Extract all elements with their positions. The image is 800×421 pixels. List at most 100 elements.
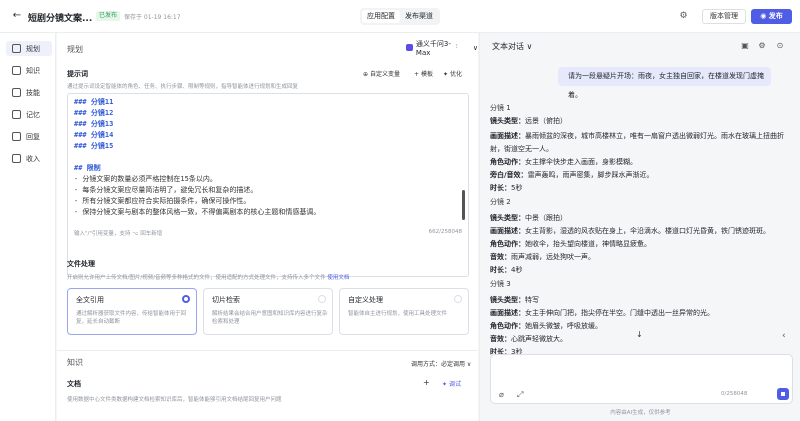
model-select[interactable]: 通义千问3-Max ∨ xyxy=(406,40,478,57)
chat-input[interactable]: ⌀ ⤢ 0/258048 xyxy=(490,354,793,404)
card-custom-processing[interactable]: 自定义处理 智能体自主进行规划，使用工具处理文件 xyxy=(339,288,469,335)
answer-value: 女主撑伞快步走入画面，身影模糊。 xyxy=(525,158,637,166)
user-message: 请为一段悬疑片开场：雨夜，女主独自回家，在楼道发现门虚掩着。 xyxy=(558,67,771,99)
settings-icon[interactable]: ⚙ xyxy=(678,11,689,22)
prompt-label: 提示词 xyxy=(67,70,88,78)
answer-field: 时长：4秒 xyxy=(490,265,522,275)
wallet-icon xyxy=(12,154,21,163)
answer-value: 心跳声轻微放大。 xyxy=(511,335,567,343)
prompt-line: - 分镜文案的数量必须严格控制在15条以内。 xyxy=(74,175,217,183)
card-slice-retrieval[interactable]: 切片检索 解析结果会结合用户意图和知识库内容进行复杂检索和处理 xyxy=(203,288,333,335)
document-desc: 使用数据中心文件类数据构建文档检索知识库后，智能体能够引用文档结尾回复用户问题 xyxy=(67,397,282,403)
answer-key: 音效： xyxy=(490,335,511,343)
answer-key: 画面描述： xyxy=(490,132,525,140)
answer-key: 画面描述： xyxy=(490,309,525,317)
custom-variable-button[interactable]: ⊕ 自定义变量 xyxy=(363,69,400,78)
scroll-down-icon[interactable]: ↓ xyxy=(636,330,643,339)
answer-field: 镜头类型：特写 xyxy=(490,295,539,305)
answer-field: 画面描述：女主背影，湿透的风衣贴在身上，伞沿滴水。楼道口灯光昏黄，铁门锈迹斑斑。 xyxy=(490,226,770,236)
editor-hint: 输入"/"引用变量，支持 ⌥ 回车新增 xyxy=(74,231,163,237)
chat-mode-label: 文本对话 xyxy=(492,42,524,51)
prompt-line: ### 分镜12 xyxy=(74,109,114,117)
answer-key: 角色动作： xyxy=(490,158,525,166)
sidebar-item-planning[interactable]: 规划 xyxy=(6,41,52,56)
answer-field: 画面描述：暴雨倾盆的深夜，城市高楼林立，唯有一扇窗户透出微弱灯光。雨水在玻璃上扭… xyxy=(490,131,784,141)
prompt-line: ### 分镜11 xyxy=(74,98,114,106)
prompt-line: ### 分镜13 xyxy=(74,120,114,128)
prompt-line: - 保持分镜文案与剧本的整体风格一致，不得偏离剧本的核心主题和情感基调。 xyxy=(74,208,321,216)
send-button[interactable] xyxy=(777,388,789,400)
tab-app-config[interactable]: 应用配置 xyxy=(362,10,400,23)
attachment-icon[interactable]: ⌀ xyxy=(499,390,504,399)
expand-icon[interactable]: ⤢ xyxy=(517,390,523,400)
call-mode-select[interactable]: 调用方式：必定调用 ∨ xyxy=(411,359,471,368)
params-icon[interactable]: ⫶ xyxy=(456,43,458,51)
chat-mode-select[interactable]: 文本对话 ∨ xyxy=(492,41,532,52)
radio-unselected[interactable] xyxy=(454,295,462,303)
card-desc: 智能体自主进行规划，使用工具处理文件 xyxy=(348,311,448,317)
publish-button[interactable]: ◉ 发布 xyxy=(751,9,792,24)
back-arrow-icon[interactable]: ← xyxy=(11,10,23,22)
config-panel: 规划 通义千问3-Max ∨ ⫶ 提示词 ⊕ 自定义变量 + 模板 ✦ 优化 通… xyxy=(57,33,478,421)
status-badge: 已发布 xyxy=(96,11,121,21)
history-icon[interactable]: ⊙ xyxy=(775,41,785,51)
optimize-button[interactable]: ✦ 优化 xyxy=(443,69,462,78)
layout-icon xyxy=(12,44,21,53)
chat-panel: 文本对话 ∨ ▣ ⚙ ⊙ 请为一段悬疑片开场：雨夜，女主独自回家，在楼道发现门虚… xyxy=(479,33,800,421)
editor-scrollbar[interactable] xyxy=(462,190,465,220)
answer-value: 她收伞，抬头望向楼道，神情略显疲惫。 xyxy=(525,240,651,248)
answer-key: 时长： xyxy=(490,266,511,274)
card-full-text-reference[interactable]: 全文引用 通过解析器获取文件内容，传给智能体用于回复，延长自动截断 xyxy=(67,288,197,335)
card-desc: 解析结果会结合用户意图和知识库内容进行复杂检索和处理 xyxy=(212,311,328,325)
editor-char-count: 662/258048 xyxy=(428,229,462,235)
file-processing-label: 文件处理 xyxy=(67,260,95,268)
reply-icon xyxy=(12,132,21,141)
answer-key: 音效： xyxy=(490,253,511,261)
sidebar-item-reply[interactable]: 回复 xyxy=(6,129,52,144)
debug-label: 调试 xyxy=(448,381,461,388)
sidebar-item-label: 记忆 xyxy=(26,110,40,119)
plug-icon xyxy=(12,88,21,97)
version-management-button[interactable]: 版本管理 xyxy=(702,9,746,24)
radio-selected[interactable] xyxy=(182,295,190,303)
sidebar-item-knowledge[interactable]: 知识 xyxy=(6,63,52,78)
answer-field: 镜头类型：中景（跟拍） xyxy=(490,213,567,223)
file-processing-desc-text: 开启则允许用户上传文档/图片/视频/音频等多种格式的文件，使用适配的方式处理文件… xyxy=(67,275,326,281)
calendar-icon[interactable]: ▣ xyxy=(740,41,750,51)
sidebar: 规划 知识 技能 记忆 回复 收入 xyxy=(0,33,56,421)
template-label: 模板 xyxy=(420,71,433,78)
prompt-line: - 每条分镜文案应尽量简洁明了，避免冗长和复杂的描述。 xyxy=(74,186,258,194)
tab-publish-channel[interactable]: 发布渠道 xyxy=(400,10,438,23)
answer-text: 射，街道空无一人。 xyxy=(490,145,553,153)
sidebar-item-label: 知识 xyxy=(26,66,40,75)
shot-heading: 分镜 2 xyxy=(490,198,511,206)
prompt-editor[interactable]: ### 分镜11 ### 分镜12 ### 分镜13 ### 分镜14 ### … xyxy=(67,93,469,277)
answer-key: 镜头类型： xyxy=(490,214,525,222)
input-char-count: 0/258048 xyxy=(721,391,748,397)
sidebar-item-label: 回复 xyxy=(26,132,40,141)
custom-variable-label: 自定义变量 xyxy=(369,71,400,78)
sidebar-item-label: 规划 xyxy=(26,44,40,53)
shot-heading: 分镜 3 xyxy=(490,280,511,288)
sidebar-item-income[interactable]: 收入 xyxy=(6,151,52,166)
gear-icon[interactable]: ⚙ xyxy=(757,41,767,51)
answer-value: 4秒 xyxy=(511,266,523,274)
answer-key: 角色动作： xyxy=(490,322,525,330)
template-button[interactable]: + 模板 xyxy=(414,69,433,78)
answer-field: 角色动作：女主撑伞快步走入画面，身影模糊。 xyxy=(490,157,637,167)
answer-value: 暴雨倾盆的深夜，城市高楼林立，唯有一扇窗户透出微弱灯光。雨水在玻璃上扭曲折 xyxy=(525,132,784,140)
debug-button[interactable]: ✦ 调试 xyxy=(442,379,461,388)
radio-unselected[interactable] xyxy=(318,295,326,303)
card-title: 全文引用 xyxy=(76,296,104,304)
sidebar-item-skills[interactable]: 技能 xyxy=(6,85,52,100)
prompt-line: - 所有分镜文案都应符合实际拍摄条件，确保可操作性。 xyxy=(74,197,251,205)
sidebar-item-label: 技能 xyxy=(26,88,40,97)
sidebar-item-memory[interactable]: 记忆 xyxy=(6,107,52,122)
prompt-line: ### 分镜15 xyxy=(74,142,114,150)
usage-doc-link[interactable]: 使用文档 xyxy=(327,275,349,281)
chevron-down-icon: ∨ xyxy=(472,43,478,52)
add-document-icon[interactable]: + xyxy=(423,378,430,387)
section-divider xyxy=(57,350,478,351)
prompt-description: 通过提示词设定智能体的角色、任务、执行步骤、限制等规则，指导智能体进行规划和生成… xyxy=(67,84,299,90)
chevron-left-icon[interactable]: ‹ xyxy=(782,331,786,341)
